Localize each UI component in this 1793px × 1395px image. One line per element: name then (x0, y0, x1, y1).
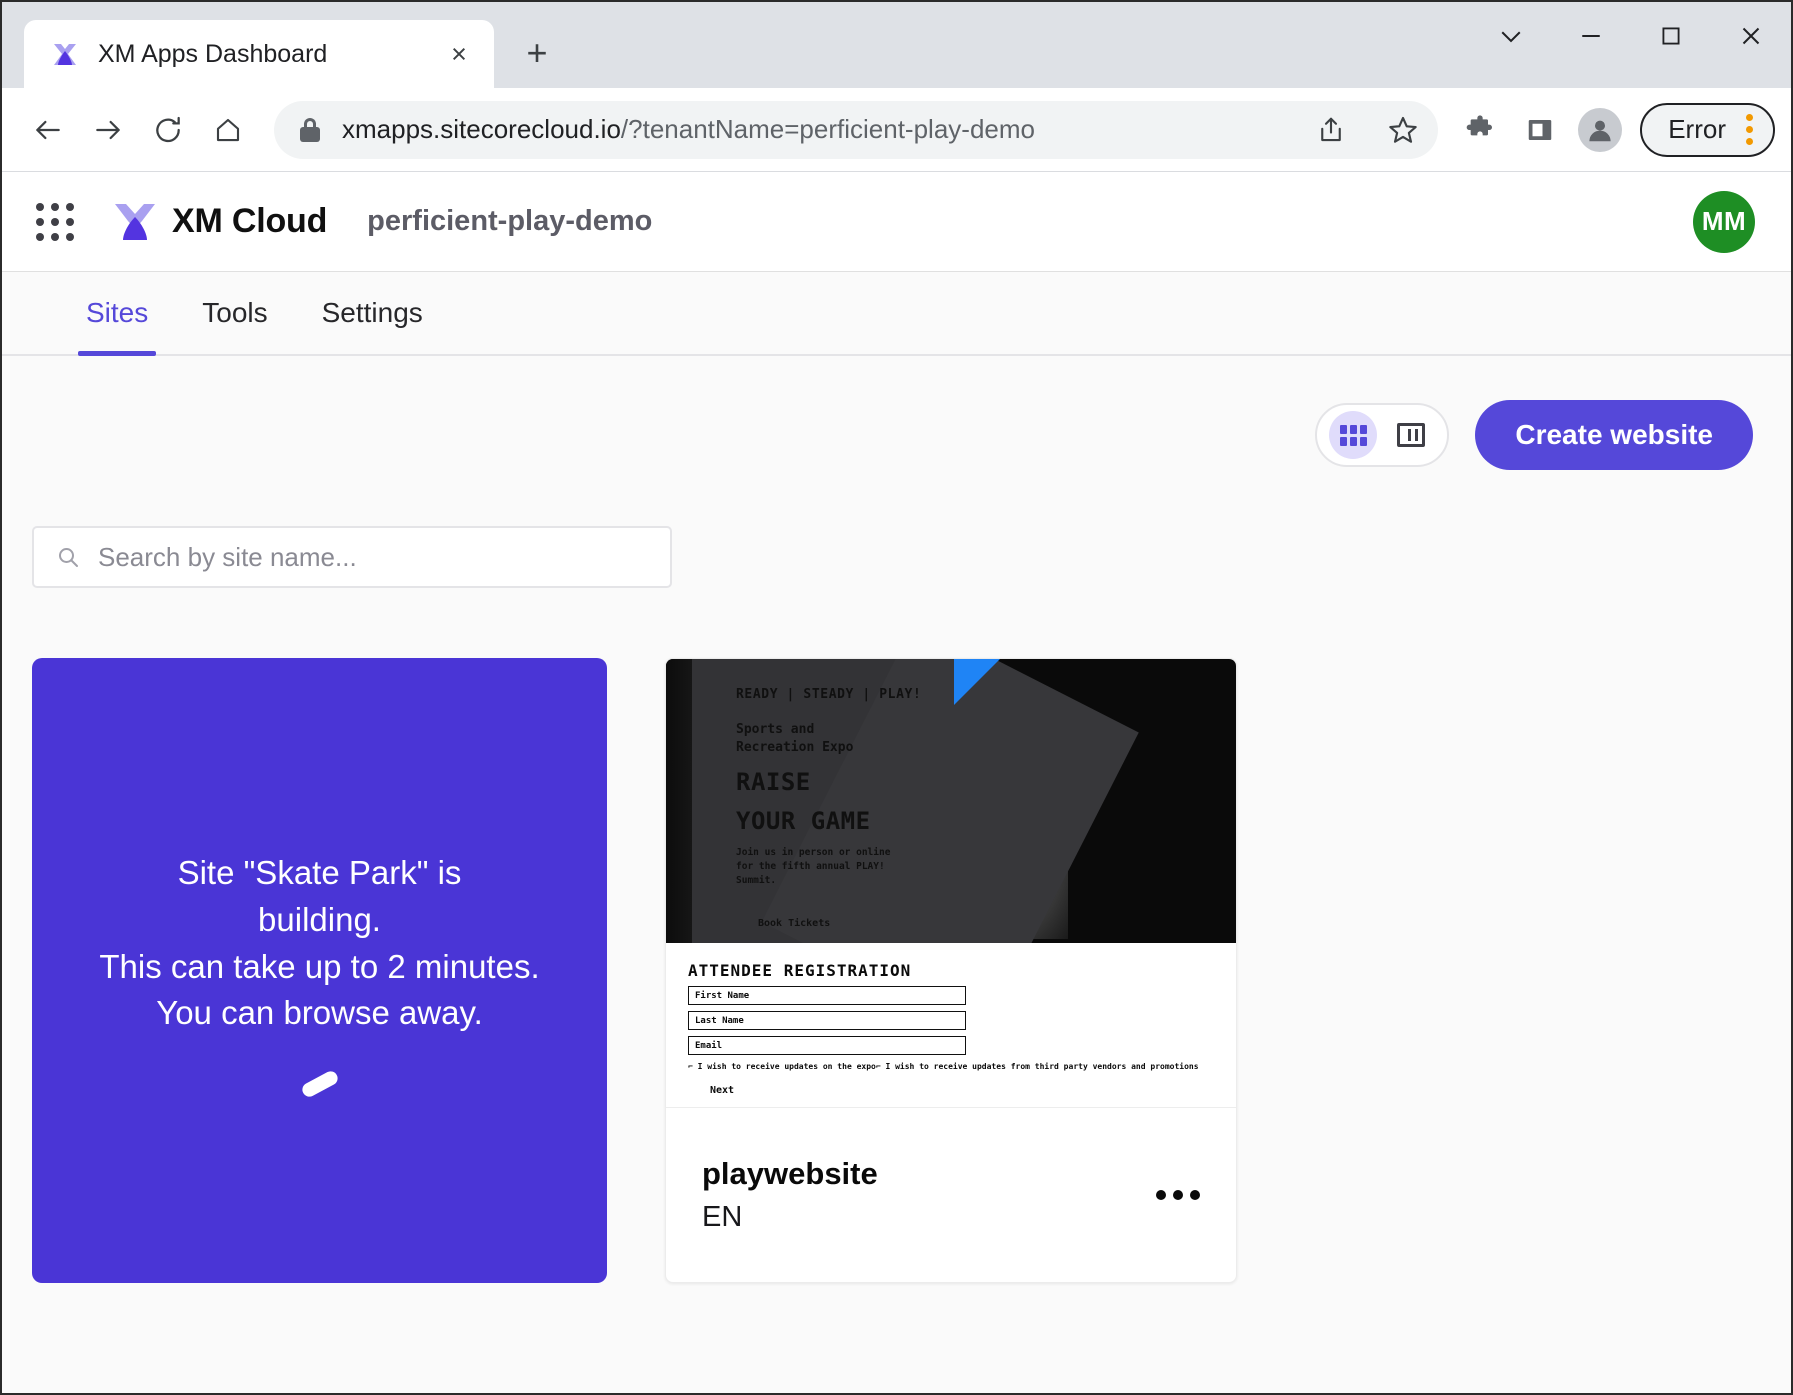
search-icon (56, 545, 80, 569)
maximize-icon[interactable] (1631, 2, 1711, 70)
building-line-1: Site "Skate Park" is (178, 850, 462, 897)
brand-name: XM Cloud (172, 202, 327, 241)
brand[interactable]: XM Cloud (112, 201, 327, 243)
form-field-email: Email (688, 1036, 966, 1055)
tenant-name: perficient-play-demo (367, 205, 652, 238)
xm-cloud-logo-icon (112, 201, 158, 243)
form-title: ATTENDEE REGISTRATION (688, 961, 1214, 980)
browser-tab[interactable]: XM Apps Dashboard × (24, 20, 494, 88)
browser-toolbar: xmapps.sitecorecloud.io/?tenantName=perf… (2, 88, 1791, 172)
site-card-footer: playwebsite EN (666, 1107, 1236, 1282)
window-controls (1471, 2, 1791, 70)
column-view-icon[interactable] (1387, 411, 1435, 459)
bookmark-star-icon[interactable] (1378, 105, 1428, 155)
site-card[interactable]: READY | STEADY | PLAY! Sports and Recrea… (665, 658, 1237, 1283)
building-line-4: You can browse away. (156, 990, 483, 1037)
action-bar: Create website (32, 356, 1761, 470)
form-checkboxes-label: ⌐ I wish to receive updates on the expo⌐… (688, 1062, 1214, 1071)
three-dot-menu-icon[interactable] (1746, 114, 1753, 145)
hero-title-line1: RAISE (736, 768, 951, 797)
tab-title: XM Apps Dashboard (98, 40, 424, 69)
tab-strip: XM Apps Dashboard × + (2, 2, 1791, 88)
site-language: EN (702, 1201, 1156, 1234)
tab-settings[interactable]: Settings (300, 272, 445, 354)
browser-window: XM Apps Dashboard × + (0, 0, 1793, 1395)
chevron-down-icon[interactable] (1471, 2, 1551, 70)
grid-view-icon[interactable] (1329, 411, 1377, 459)
tab-sites[interactable]: Sites (64, 272, 170, 354)
form-field-first-name: First Name (688, 986, 966, 1005)
extensions-puzzle-icon[interactable] (1452, 102, 1508, 158)
form-next-label: Next (710, 1085, 1214, 1096)
profile-avatar-icon[interactable] (1578, 108, 1622, 152)
avatar[interactable]: MM (1693, 191, 1755, 253)
tab-tools[interactable]: Tools (180, 272, 289, 354)
address-bar[interactable]: xmapps.sitecorecloud.io/?tenantName=perf… (274, 101, 1438, 159)
nav-tabs: Sites Tools Settings (2, 272, 1791, 356)
hero-body: Join us in person or online for the fift… (736, 846, 951, 889)
hero-subtitle: Sports and Recreation Expo (736, 721, 951, 759)
loading-spinner-icon (299, 1069, 339, 1099)
site-thumbnail: READY | STEADY | PLAY! Sports and Recrea… (666, 659, 1236, 1107)
thumbnail-registration-form: ATTENDEE REGISTRATION First Name Last Na… (666, 943, 1236, 1107)
side-panel-icon[interactable] (1512, 102, 1568, 158)
site-cards: Site "Skate Park" is building. This can … (32, 658, 1761, 1283)
close-icon[interactable] (1711, 2, 1791, 70)
form-field-last-name: Last Name (688, 1011, 966, 1030)
lock-icon (300, 118, 320, 142)
home-icon[interactable] (200, 102, 256, 158)
share-icon[interactable] (1306, 105, 1356, 155)
address-bar-url: xmapps.sitecorecloud.io/?tenantName=perf… (342, 114, 1284, 145)
card-options-menu-icon[interactable] (1156, 1190, 1200, 1200)
xm-cloud-favicon-icon (50, 39, 80, 69)
blue-accent-triangle-icon (954, 659, 1000, 705)
search-section: Search by site name... (32, 526, 1761, 588)
minimize-icon[interactable] (1551, 2, 1631, 70)
hero-cta-label: Book Tickets (758, 918, 830, 929)
main-content: Create website Search by site name... Si… (2, 356, 1791, 1393)
create-website-button[interactable]: Create website (1475, 400, 1753, 470)
search-placeholder: Search by site name... (98, 542, 357, 573)
back-arrow-icon[interactable] (20, 102, 76, 158)
building-line-2: building. (258, 897, 381, 944)
new-tab-button[interactable]: + (512, 28, 562, 78)
building-line-3: This can take up to 2 minutes. (99, 944, 539, 991)
view-toggle (1315, 403, 1449, 467)
reload-icon[interactable] (140, 102, 196, 158)
hero-title-line2: YOUR GAME (736, 807, 951, 836)
site-building-card[interactable]: Site "Skate Park" is building. This can … (32, 658, 607, 1283)
search-input[interactable]: Search by site name... (32, 526, 672, 588)
thumbnail-hero: READY | STEADY | PLAY! Sports and Recrea… (666, 659, 1236, 943)
error-menu-button[interactable]: Error (1640, 103, 1775, 157)
site-name: playwebsite (702, 1156, 1156, 1192)
forward-arrow-icon[interactable] (80, 102, 136, 158)
app-launcher-grid-icon[interactable] (32, 199, 78, 245)
hero-kicker: READY | STEADY | PLAY! (736, 685, 951, 705)
app-header: XM Cloud perficient-play-demo MM (2, 172, 1791, 272)
error-label: Error (1668, 114, 1726, 145)
tab-close-icon[interactable]: × (442, 37, 476, 71)
